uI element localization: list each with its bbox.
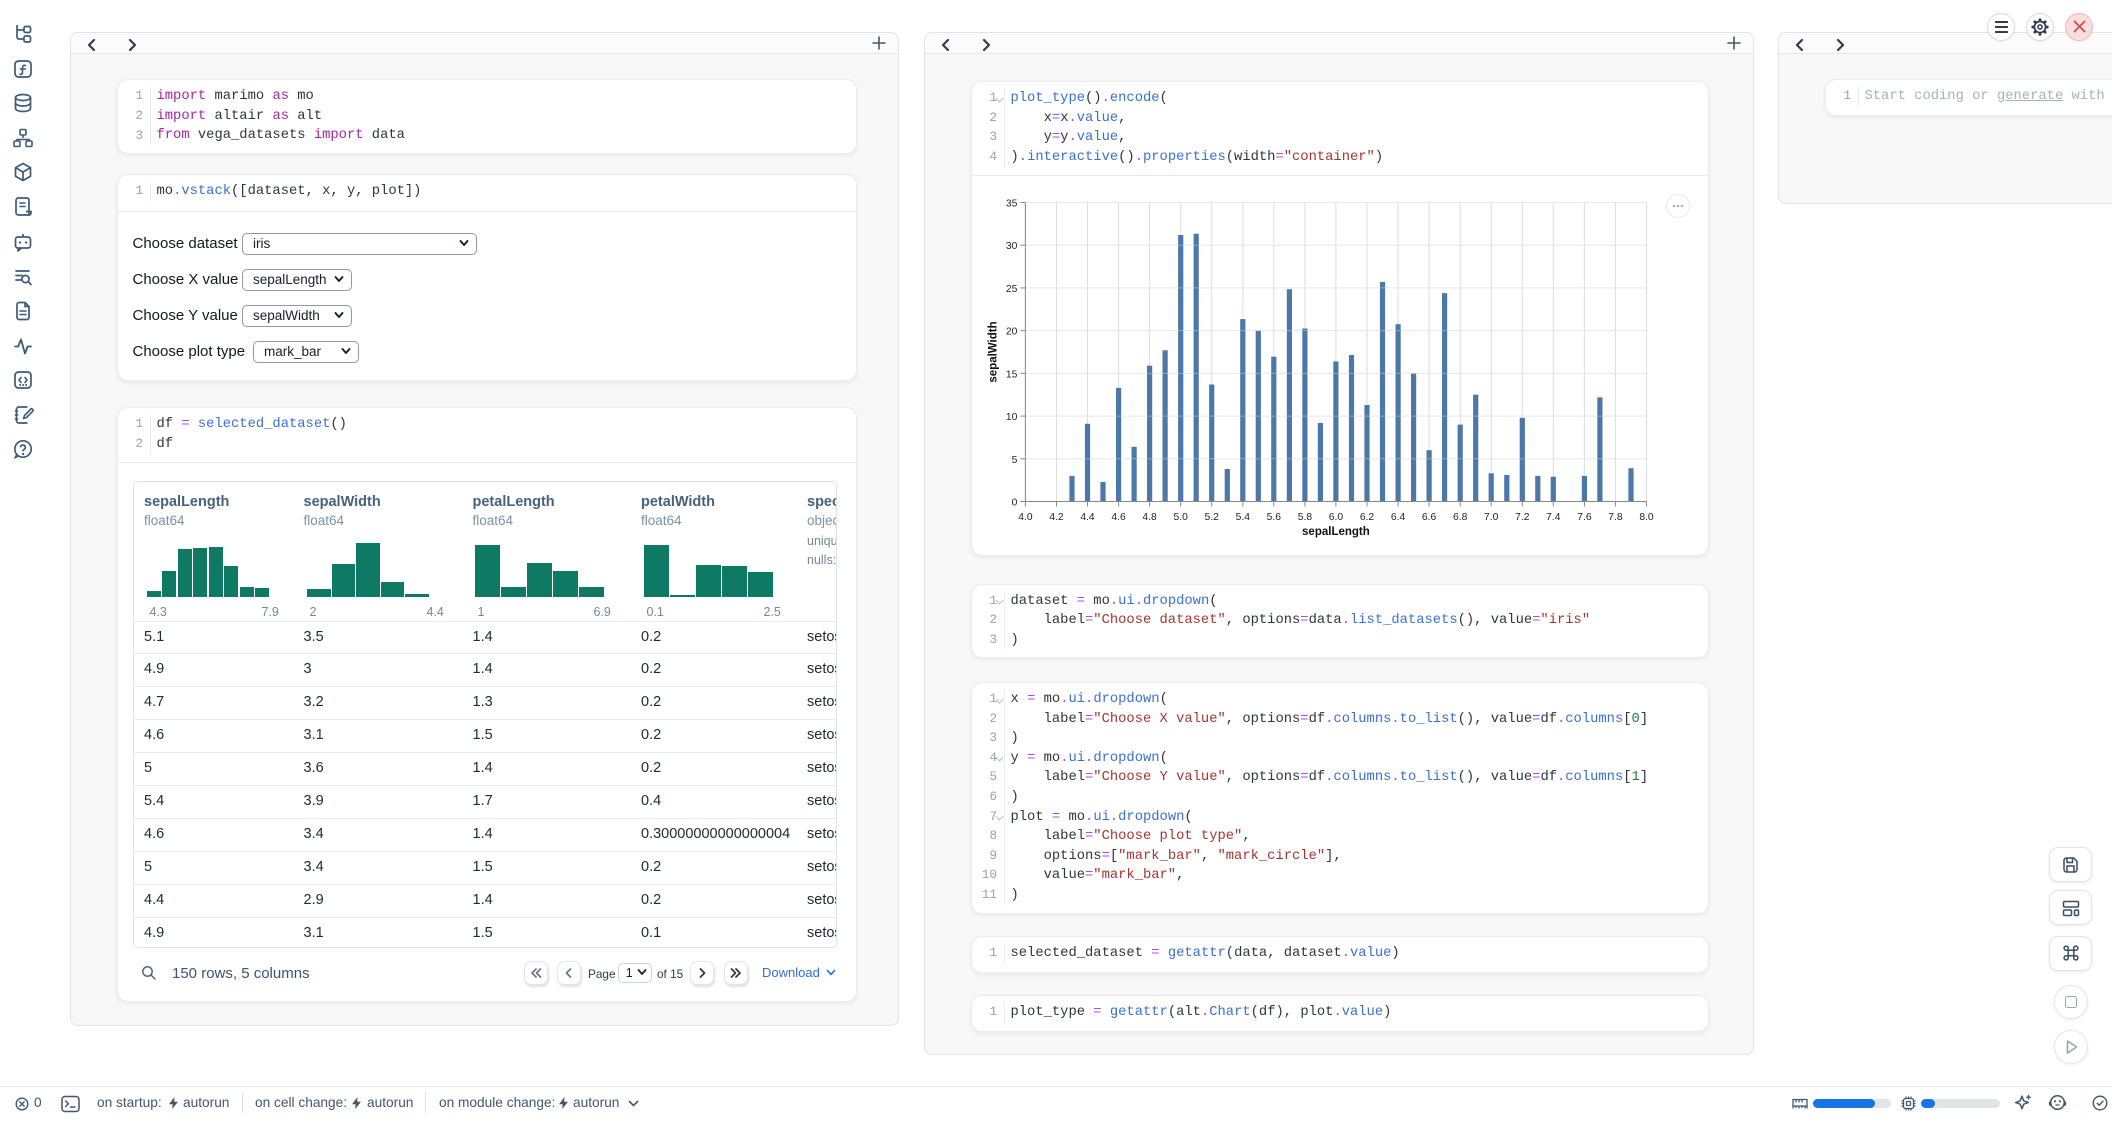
svg-text:5.8: 5.8 xyxy=(1298,512,1313,523)
svg-text:15: 15 xyxy=(1006,369,1018,380)
svg-text:5.2: 5.2 xyxy=(1205,512,1220,523)
svg-text:35: 35 xyxy=(1006,199,1018,210)
svg-text:4.4: 4.4 xyxy=(1080,512,1095,523)
svg-text:6.4: 6.4 xyxy=(1391,512,1406,523)
svg-text:25: 25 xyxy=(1006,284,1018,295)
svg-text:6.0: 6.0 xyxy=(1329,512,1344,523)
svg-text:10: 10 xyxy=(1006,412,1018,423)
svg-text:5.6: 5.6 xyxy=(1267,512,1282,523)
svg-text:4.6: 4.6 xyxy=(1111,512,1126,523)
svg-text:6.8: 6.8 xyxy=(1453,512,1468,523)
svg-text:5: 5 xyxy=(1012,455,1018,466)
svg-text:6.2: 6.2 xyxy=(1360,512,1375,523)
svg-text:7.0: 7.0 xyxy=(1484,512,1499,523)
svg-text:0: 0 xyxy=(1012,498,1018,509)
svg-text:30: 30 xyxy=(1006,241,1018,252)
svg-text:7.2: 7.2 xyxy=(1515,512,1530,523)
svg-text:7.6: 7.6 xyxy=(1577,512,1592,523)
svg-text:4.2: 4.2 xyxy=(1049,512,1064,523)
svg-text:5.0: 5.0 xyxy=(1174,512,1189,523)
svg-text:8.0: 8.0 xyxy=(1639,512,1654,523)
svg-text:sepalWidth: sepalWidth xyxy=(987,321,999,382)
svg-text:4.8: 4.8 xyxy=(1142,512,1157,523)
svg-text:4.0: 4.0 xyxy=(1018,512,1033,523)
svg-text:5.4: 5.4 xyxy=(1236,512,1251,523)
svg-text:20: 20 xyxy=(1006,327,1018,338)
svg-text:7.8: 7.8 xyxy=(1608,512,1623,523)
svg-text:6.6: 6.6 xyxy=(1422,512,1437,523)
svg-text:sepalLength: sepalLength xyxy=(1302,526,1370,538)
svg-text:7.4: 7.4 xyxy=(1546,512,1561,523)
